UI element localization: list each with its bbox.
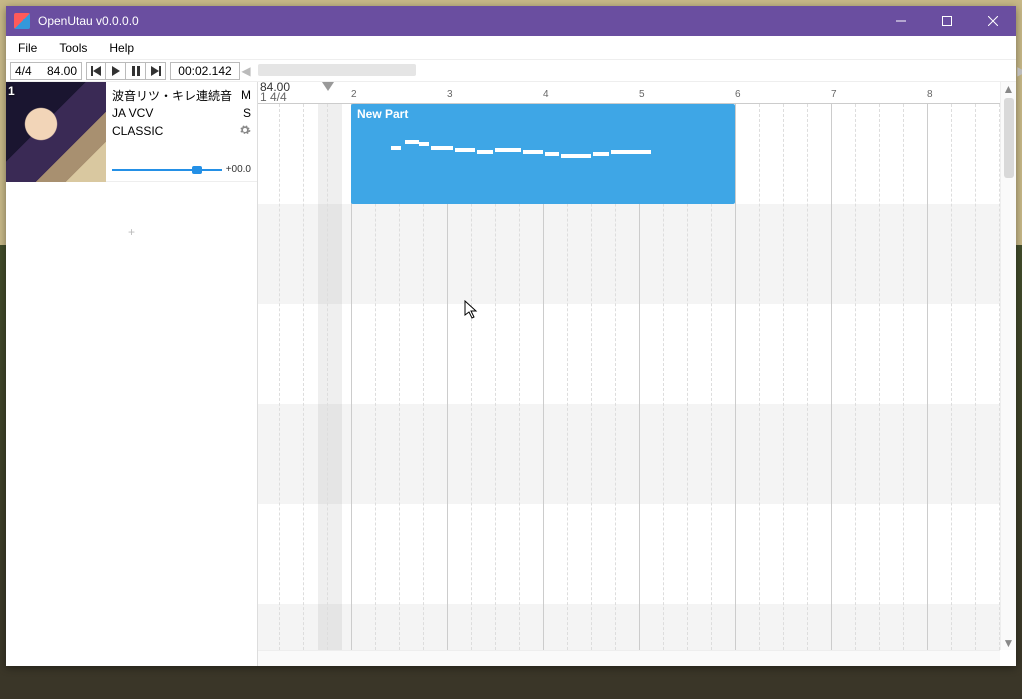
timeline-scroll-left-button[interactable]: ◀ xyxy=(242,62,250,80)
plus-icon: + xyxy=(128,225,135,239)
track-phonemizer[interactable]: JA VCV xyxy=(112,106,153,120)
volume-slider-row: +00.0 xyxy=(112,164,251,175)
track-singer-name[interactable]: 波音リツ・キレ連続音Ver xyxy=(112,87,232,104)
track-list-panel: 1 波音リツ・キレ連続音Ver M JA VCV S CLASSIC xyxy=(6,82,258,666)
grid-beatline xyxy=(807,104,808,650)
mouse-cursor xyxy=(464,300,478,320)
time-signature-tempo-box[interactable]: 4/4 84.00 xyxy=(10,62,82,80)
arrangement-panel: 84.00 1 4/4 2 3 4 5 6 7 8 New Part xyxy=(258,82,1016,666)
skip-start-button[interactable] xyxy=(86,62,106,80)
track-info: 波音リツ・キレ連続音Ver M JA VCV S CLASSIC xyxy=(106,82,257,181)
close-icon xyxy=(988,16,998,26)
grid-beatline xyxy=(975,104,976,650)
track-renderer[interactable]: CLASSIC xyxy=(112,124,163,138)
scroll-down-button[interactable]: ▼ xyxy=(1001,636,1016,650)
track-lane xyxy=(258,204,1000,304)
vertical-scroll-thumb[interactable] xyxy=(1004,98,1014,178)
ruler-measure-label: 2 xyxy=(351,89,357,100)
ruler-measure-label: 3 xyxy=(447,89,453,100)
track-lane xyxy=(258,504,1000,604)
grid-barline xyxy=(735,104,736,650)
menu-file[interactable]: File xyxy=(14,39,41,57)
track-lane xyxy=(258,604,1000,650)
ruler-measure-label: 4 xyxy=(543,89,549,100)
grid-beatline xyxy=(303,104,304,650)
grid-beatline xyxy=(951,104,952,650)
part-label: New Part xyxy=(357,107,408,121)
play-button[interactable] xyxy=(106,62,126,80)
timeline-ruler[interactable]: 84.00 1 4/4 2 3 4 5 6 7 8 xyxy=(258,82,1000,104)
volume-value: +00.0 xyxy=(226,164,251,175)
app-window: OpenUtau v0.0.0.0 File Tools Help 4/4 84… xyxy=(6,6,1016,666)
grid-barline xyxy=(927,104,928,650)
track-lane xyxy=(258,304,1000,404)
solo-button[interactable]: S xyxy=(243,106,251,120)
mute-button[interactable]: M xyxy=(241,88,251,102)
volume-slider[interactable] xyxy=(112,169,222,171)
playhead-shade xyxy=(318,104,342,650)
ruler-info: 84.00 1 4/4 xyxy=(260,82,290,102)
midi-part[interactable]: New Part xyxy=(351,104,735,204)
ruler-measure-label: 5 xyxy=(639,89,645,100)
menu-tools[interactable]: Tools xyxy=(55,39,91,57)
maximize-icon xyxy=(942,16,952,26)
ruler-timesig: 1 4/4 xyxy=(260,92,290,102)
part-note-preview xyxy=(391,140,725,168)
skip-start-icon xyxy=(91,66,101,76)
grid-beatline xyxy=(855,104,856,650)
grid-beatline xyxy=(327,104,328,650)
app-icon xyxy=(14,13,30,29)
track-avatar[interactable]: 1 xyxy=(6,82,106,182)
timeline-scroll-thumb[interactable] xyxy=(258,64,416,76)
skip-end-icon xyxy=(151,66,161,76)
content-area: 1 波音リツ・キレ連続音Ver M JA VCV S CLASSIC xyxy=(6,82,1016,666)
ruler-measure-label: 8 xyxy=(927,89,933,100)
play-icon xyxy=(111,66,121,76)
grid-beatline xyxy=(783,104,784,650)
timeline-scroll-right-button[interactable]: ▶ xyxy=(1018,62,1022,80)
grid-beatline xyxy=(903,104,904,650)
grid-beatline xyxy=(879,104,880,650)
window-title: OpenUtau v0.0.0.0 xyxy=(38,14,878,28)
titlebar[interactable]: OpenUtau v0.0.0.0 xyxy=(6,6,1016,36)
pause-button[interactable] xyxy=(126,62,146,80)
toolbar: 4/4 84.00 00:02.142 ◀ ▶ xyxy=(6,60,1016,82)
track-number: 1 xyxy=(8,84,15,98)
close-button[interactable] xyxy=(970,6,1016,36)
horizontal-scrollbar[interactable] xyxy=(258,650,1000,666)
cursor-icon xyxy=(464,300,478,320)
ruler-measure-label: 6 xyxy=(735,89,741,100)
volume-thumb[interactable] xyxy=(192,166,202,174)
time-value: 00:02.142 xyxy=(178,64,231,78)
gear-icon xyxy=(239,124,251,136)
pause-icon xyxy=(131,66,141,76)
playhead-marker[interactable] xyxy=(322,82,332,92)
grid-barline xyxy=(831,104,832,650)
track-settings-button[interactable] xyxy=(239,124,251,139)
scroll-up-button[interactable]: ▲ xyxy=(1001,82,1016,96)
menu-help[interactable]: Help xyxy=(105,39,138,57)
grid-beatline xyxy=(279,104,280,650)
timeline-scroll-area: ◀ ▶ xyxy=(244,60,1012,81)
minimize-icon xyxy=(896,16,906,26)
time-signature-value: 4/4 xyxy=(15,64,32,78)
minimize-button[interactable] xyxy=(878,6,924,36)
add-track-button[interactable]: + xyxy=(6,182,257,282)
track-header[interactable]: 1 波音リツ・キレ連続音Ver M JA VCV S CLASSIC xyxy=(6,82,257,182)
menubar: File Tools Help xyxy=(6,36,1016,60)
arrangement-canvas[interactable]: New Part xyxy=(258,104,1000,650)
transport-controls xyxy=(86,62,166,80)
time-display[interactable]: 00:02.142 xyxy=(170,62,240,80)
maximize-button[interactable] xyxy=(924,6,970,36)
playhead-icon xyxy=(322,82,334,94)
ruler-measure-label: 7 xyxy=(831,89,837,100)
vertical-scrollbar[interactable]: ▲ ▼ xyxy=(1000,82,1016,650)
skip-end-button[interactable] xyxy=(146,62,166,80)
tempo-value: 84.00 xyxy=(47,64,77,78)
grid-beatline xyxy=(759,104,760,650)
track-lane xyxy=(258,404,1000,504)
avatar-image xyxy=(6,82,106,182)
